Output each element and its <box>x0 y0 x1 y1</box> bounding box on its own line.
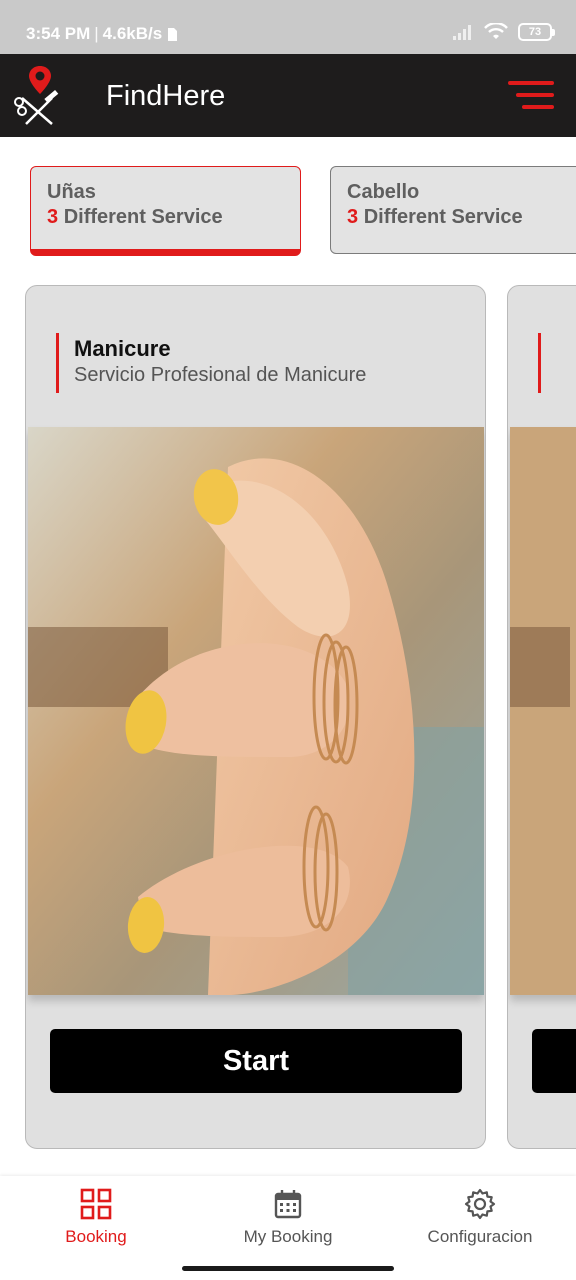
hand-nails-photo <box>28 427 484 995</box>
calendar-icon <box>274 1190 302 1219</box>
menu-line-top <box>508 81 554 85</box>
nav-label: Configuracion <box>427 1227 533 1246</box>
app-bar: FindHere <box>0 54 576 137</box>
battery-level: 73 <box>528 26 542 38</box>
card-header: Manicure Servicio Profesional de Manicur… <box>56 333 366 393</box>
bottom-nav: Booking My Booking Configuracion <box>0 1176 576 1280</box>
category-tab-unas[interactable]: Uñas 3 Different Service <box>30 166 301 256</box>
service-card-manicure[interactable]: Manicure Servicio Profesional de Manicur… <box>25 285 486 1149</box>
menu-line-middle <box>516 93 554 97</box>
nav-booking[interactable]: Booking <box>0 1188 192 1247</box>
nav-label: Booking <box>65 1227 127 1246</box>
category-name: Uñas <box>47 181 96 203</box>
location-pin-scissors-comb-icon <box>14 66 59 125</box>
nav-label: My Booking <box>243 1227 333 1246</box>
sim-card-icon <box>168 27 178 41</box>
menu-line-bottom <box>522 105 554 109</box>
network-speed: 4.6kB/s <box>102 24 163 43</box>
category-tab-cabello[interactable]: Cabello 3 Different Service <box>330 166 576 254</box>
service-title: Manicure <box>74 336 171 361</box>
service-photo-partial <box>510 427 576 995</box>
home-indicator[interactable] <box>182 1266 394 1271</box>
status-separator: | <box>94 24 99 43</box>
nav-my-booking[interactable]: My Booking <box>192 1188 384 1247</box>
category-count-label: Different Service <box>363 206 523 228</box>
gear-icon <box>464 1188 496 1220</box>
status-time: 3:54 PM <box>26 24 91 43</box>
app-title: FindHere <box>106 80 226 112</box>
category-name: Cabello <box>347 181 420 203</box>
service-image <box>28 427 484 995</box>
category-count-number: 3 <box>347 206 359 228</box>
grid-icon <box>80 1188 112 1220</box>
battery-icon: 73 <box>518 23 555 41</box>
status-left: 3:54 PM | 4.6kB/s <box>26 24 178 44</box>
signal-icon <box>453 25 471 40</box>
category-tabs: Uñas 3 Different Service Cabello 3 Diffe… <box>0 137 576 272</box>
category-count-label: Different Service <box>63 206 223 228</box>
start-button-partial[interactable] <box>532 1029 576 1093</box>
category-count-number: 3 <box>47 206 59 228</box>
nav-configuracion[interactable]: Configuracion <box>384 1188 576 1247</box>
service-card-next[interactable] <box>507 285 576 1149</box>
category-service-count: 3 Different Service <box>347 206 576 229</box>
service-cards: Manicure Servicio Profesional de Manicur… <box>0 285 576 1151</box>
category-service-count: 3 Different Service <box>47 206 284 229</box>
service-subtitle: Servicio Profesional de Manicure <box>74 364 367 386</box>
status-bar: 3:54 PM | 4.6kB/s 73 <box>0 0 576 54</box>
menu-button[interactable] <box>508 81 554 109</box>
wifi-icon <box>484 23 508 39</box>
card-header-partial <box>538 333 556 393</box>
start-button[interactable]: Start <box>50 1029 462 1093</box>
service-image-partial <box>510 427 576 995</box>
status-right: 73 <box>452 23 555 41</box>
